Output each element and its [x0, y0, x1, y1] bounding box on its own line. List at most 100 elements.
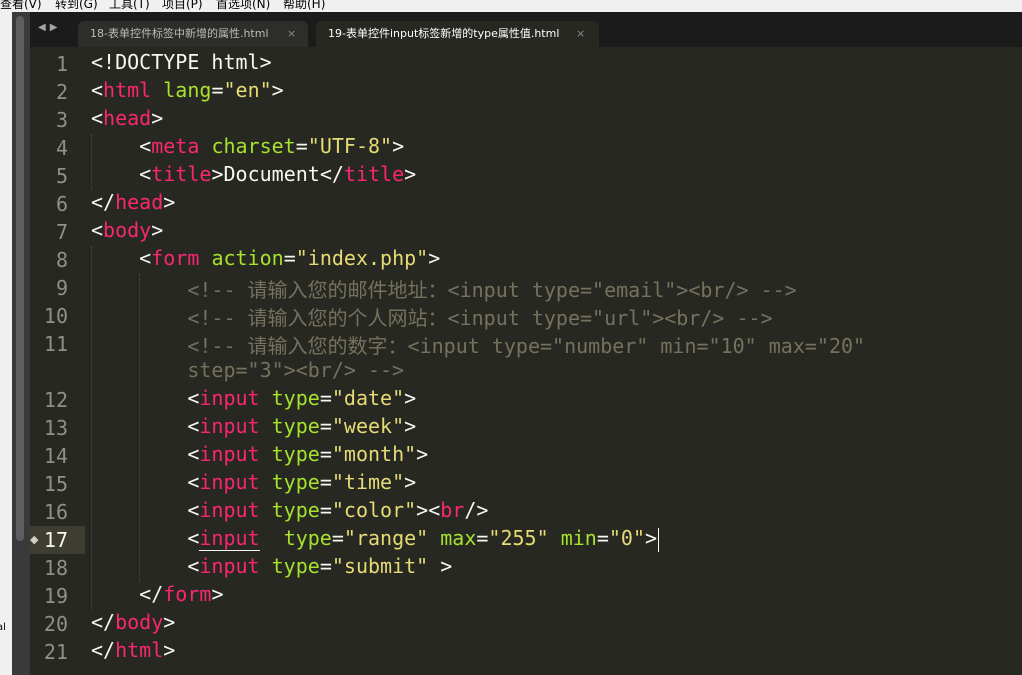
code-token: >: [428, 246, 441, 270]
code-line[interactable]: <html lang="en">: [91, 78, 284, 106]
back-arrow-icon[interactable]: ◀: [38, 22, 50, 33]
menu-tools[interactable]: 工具(T): [109, 0, 150, 12]
code-token: type: [271, 386, 320, 410]
code-token: >: [163, 610, 176, 634]
tab-navigation: ◀▶: [38, 22, 61, 33]
code-line[interactable]: </html>: [91, 638, 175, 666]
code-token: >: [404, 414, 417, 438]
line-number: 4: [55, 136, 68, 160]
code-line[interactable]: <title>Document</title>: [91, 162, 416, 190]
code-token: head: [115, 190, 164, 214]
code-line[interactable]: </body>: [91, 610, 175, 638]
code-token: step="3"><br/> -->: [187, 358, 405, 382]
code-token: <: [139, 162, 152, 186]
menu-help[interactable]: 帮助(H): [283, 0, 325, 12]
code-line[interactable]: <!-- 请输入您的邮件地址：<input type="email"><br/>…: [91, 274, 796, 302]
tab-file-19[interactable]: 19-表单控件input标签新增的type属性值.html ×: [316, 21, 599, 47]
code-token: =: [319, 414, 332, 438]
code-token: "submit": [331, 554, 429, 578]
code-token: <: [91, 106, 104, 130]
code-line[interactable]: <input type="color"><br/>: [91, 498, 488, 526]
code-token: br: [440, 498, 465, 522]
code-line[interactable]: <form action="index.php">: [91, 246, 440, 274]
code-token: input: [199, 498, 260, 522]
code-line[interactable]: </head>: [91, 190, 175, 218]
code-token: >: [151, 218, 164, 242]
code-token: />: [464, 498, 489, 522]
code-token: =: [319, 554, 332, 578]
menu-preferences[interactable]: 首选项(N): [216, 0, 270, 12]
code-token: body: [103, 218, 152, 242]
tab-title: 18-表单控件标签中新增的属性.html: [90, 27, 269, 40]
tab-bar: ◀▶ 18-表单控件标签中新增的属性.html × 19-表单控件input标签…: [30, 12, 1022, 47]
forward-arrow-icon[interactable]: ▶: [50, 22, 62, 33]
code-line[interactable]: <meta charset="UTF-8">: [91, 134, 404, 162]
code-line[interactable]: <!-- 请输入您的数字：<input type="number" min="1…: [91, 330, 865, 358]
code-token: type: [271, 470, 320, 494]
side-scrollbar[interactable]: [12, 12, 30, 675]
code-token: <!DOCTYPE html>: [91, 50, 272, 74]
code-line[interactable]: <input type="submit" >: [91, 554, 452, 582]
code-line[interactable]: <!DOCTYPE html>: [91, 50, 272, 78]
code-line[interactable]: <input type="month">: [91, 442, 428, 470]
code-line[interactable]: <input type="week">: [91, 414, 416, 442]
menu-goto[interactable]: 转到(G): [55, 0, 98, 12]
menu-view[interactable]: 查看(V): [0, 0, 42, 12]
code-line[interactable]: <!-- 请输入您的个人网站：<input type="url"><br/> -…: [91, 302, 772, 330]
code-token: input: [199, 554, 260, 578]
scrollbar-thumb[interactable]: [16, 16, 24, 541]
code-token: </: [91, 190, 116, 214]
tab-file-18[interactable]: 18-表单控件标签中新增的属性.html ×: [78, 21, 308, 47]
code-token: "date": [331, 386, 405, 410]
code-line[interactable]: <input type="date">: [91, 386, 416, 414]
code-token: >: [211, 162, 224, 186]
code-line[interactable]: step="3"><br/> -->: [91, 358, 404, 386]
code-token: >: [151, 106, 164, 130]
close-icon[interactable]: ×: [287, 21, 296, 47]
code-line[interactable]: <input type="range" max="255" min="0">: [91, 526, 657, 554]
code-token: >: [404, 386, 417, 410]
line-number: 11: [43, 332, 68, 356]
code-area[interactable]: <!DOCTYPE html> <html lang="en"> <head> <m…: [91, 47, 1022, 675]
code-token: =: [476, 526, 489, 550]
code-line[interactable]: <head>: [91, 106, 163, 134]
code-token: =: [295, 134, 308, 158]
code-token: <: [187, 526, 200, 550]
code-token: html: [115, 638, 164, 662]
code-token: =: [596, 526, 609, 550]
code-token: ><: [416, 498, 441, 522]
code-token: Document: [223, 162, 320, 186]
code-token: </: [91, 610, 116, 634]
close-icon[interactable]: ×: [576, 21, 585, 47]
code-token: >: [644, 526, 658, 550]
code-token: max: [440, 526, 477, 550]
code-editor[interactable]: 1 2 3 4 5 6 7 8 9 10 11 12 13 14 15 16 ◆ 17 18 19 20 21 <!DOC…: [30, 47, 1022, 675]
code-token: form: [163, 582, 212, 606]
code-token: >: [163, 638, 176, 662]
code-token: >: [271, 78, 284, 102]
menu-project[interactable]: 项目(P): [162, 0, 203, 12]
code-token: </: [91, 638, 116, 662]
code-line[interactable]: <input type="time">: [91, 470, 416, 498]
code-token: <: [187, 470, 200, 494]
code-token: =: [319, 442, 332, 466]
line-number: 17: [43, 528, 68, 552]
tab-title: 19-表单控件input标签新增的type属性值.html: [328, 27, 560, 40]
line-number: 3: [55, 108, 68, 132]
code-line[interactable]: </form>: [91, 582, 223, 610]
code-token: =: [319, 470, 332, 494]
code-line[interactable]: <body>: [91, 218, 163, 246]
line-number: 15: [43, 472, 68, 496]
menu-bar: 查看(V) 转到(G) 工具(T) 项目(P) 首选项(N) 帮助(H): [0, 0, 1022, 12]
